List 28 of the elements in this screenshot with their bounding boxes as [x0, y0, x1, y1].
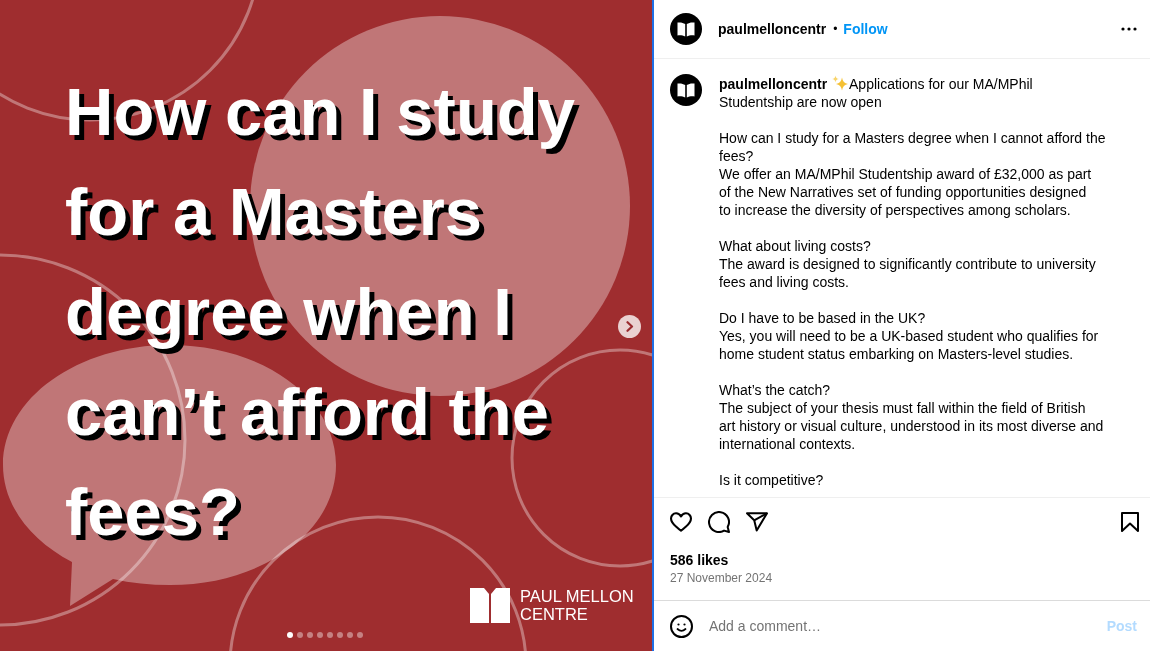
caption-text: Yes, you will need to be a UK-based student who qualifies for home student status embarking on Masters-level studies. — [719, 327, 1099, 363]
caption-text: What about living costs? — [719, 237, 871, 255]
caption-text: Do I have to be based in the UK? — [719, 309, 926, 327]
sparkle-icon — [832, 75, 849, 91]
caption-text: The subject of your thesis must fall within the field of British art history or visual culture, understood in its most diverse and international contexts. — [719, 399, 1104, 453]
caption-text: We offer an MA/MPhil Studentship award of £32,000 as part of the New Narratives set of funding opportunities designed to increase the diversity of perspectives among scholars. — [719, 165, 1092, 219]
username-link[interactable]: paulmelloncentr — [718, 20, 827, 38]
headline-text: How can I study for a Masters degree when I can’t afford the fees? — [65, 73, 577, 551]
more-icon — [1121, 27, 1137, 31]
paper-plane-icon — [746, 512, 768, 532]
caption-text: What’s the catch? — [719, 381, 831, 399]
comment-field[interactable]: Add a comment… — [709, 617, 1099, 635]
likes-count[interactable]: 586 likes — [670, 551, 729, 569]
logo-text: PAUL MELLON CENTRE — [520, 587, 634, 623]
caption-text: How can I study for a Masters degree when I cannot afford the fees? — [719, 129, 1106, 165]
caption-text: Is it competitive? — [719, 471, 824, 489]
caption-text: The award is designed to significantly contribute to university fees and living costs. — [719, 255, 1096, 291]
smiley-icon — [670, 614, 693, 638]
caption-text: paulmelloncentr Applications for our MA/MPhil Studentship are now open — [719, 75, 1033, 111]
bullet-separator: • — [833, 21, 838, 38]
book-logo-icon — [470, 587, 510, 623]
chevron-right-icon — [625, 321, 634, 332]
post-date: 27 November 2024 — [670, 571, 773, 585]
next-button[interactable] — [618, 315, 641, 338]
username-link[interactable]: paulmelloncentr — [719, 76, 828, 92]
avatar-book-icon[interactable] — [670, 13, 702, 45]
avatar-book-icon[interactable] — [670, 74, 702, 106]
comment-icon — [708, 511, 730, 533]
